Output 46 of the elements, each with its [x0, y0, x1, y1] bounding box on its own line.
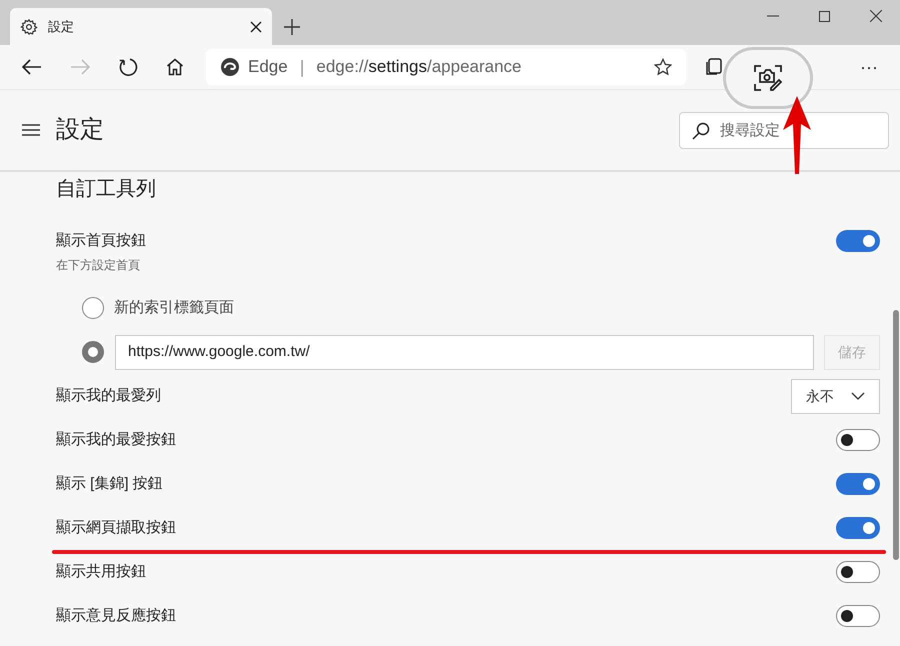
chevron-down-icon	[851, 392, 865, 400]
setting-label: 顯示首頁按鈕	[56, 231, 146, 251]
minimize-icon[interactable]	[767, 15, 779, 17]
section-title: 自訂工具列	[56, 177, 157, 202]
new-tab-icon[interactable]	[284, 19, 300, 35]
tab-title: 設定	[48, 18, 75, 36]
url-input-field[interactable]: https://www.google.com.tw/	[115, 334, 814, 370]
site-label: Edge	[248, 56, 288, 78]
separator: |	[300, 56, 304, 79]
toggle-switch[interactable]	[836, 605, 880, 627]
close-icon[interactable]	[870, 10, 882, 22]
collections-icon[interactable]	[706, 58, 722, 76]
more-menu-button[interactable]: ···	[860, 54, 878, 80]
screenshot-icon[interactable]	[754, 65, 782, 91]
search-icon	[692, 122, 710, 140]
setting-label: 顯示網頁擷取按鈕	[56, 518, 176, 538]
menu-icon[interactable]	[22, 124, 40, 136]
toggle-switch[interactable]	[836, 561, 880, 583]
page-title: 設定	[56, 115, 104, 145]
toggle-switch[interactable]	[836, 517, 880, 539]
browser-logo-icon	[220, 57, 240, 77]
toggle-switch[interactable]	[836, 429, 880, 451]
scrollbar[interactable]	[893, 310, 899, 560]
dropdown[interactable]: 永不	[791, 378, 880, 414]
favorite-star-icon[interactable]	[654, 58, 672, 76]
maximize-icon[interactable]	[819, 10, 830, 22]
home-icon[interactable]	[166, 58, 184, 76]
refresh-icon[interactable]	[118, 57, 138, 77]
settings-icon	[20, 18, 38, 36]
toggle-switch[interactable]	[836, 230, 880, 252]
setting-label: 顯示共用按鈕	[56, 562, 146, 582]
setting-label: 顯示我的最愛按鈕	[56, 430, 176, 450]
toggle-switch[interactable]	[836, 473, 880, 495]
back-icon[interactable]	[22, 59, 42, 75]
setting-label: 顯示我的最愛列	[56, 386, 161, 406]
setting-label: 新的索引標籤頁面	[114, 298, 234, 318]
close-icon[interactable]	[250, 20, 262, 32]
setting-label: 顯示意見反應按鈕	[56, 606, 176, 626]
address-bar[interactable]: Edge | edge://settings/appearance	[206, 49, 686, 85]
setting-label: 顯示 [集錦] 按鈕	[56, 474, 163, 494]
url-text: edge://settings/appearance	[316, 56, 523, 78]
browser-tab[interactable]: 設定	[10, 8, 272, 45]
radio-button[interactable]	[82, 341, 104, 363]
search-field[interactable]: 搜尋設定	[679, 112, 889, 148]
radio-button[interactable]	[82, 297, 104, 319]
setting-description: 在下方設定首頁	[56, 256, 141, 274]
